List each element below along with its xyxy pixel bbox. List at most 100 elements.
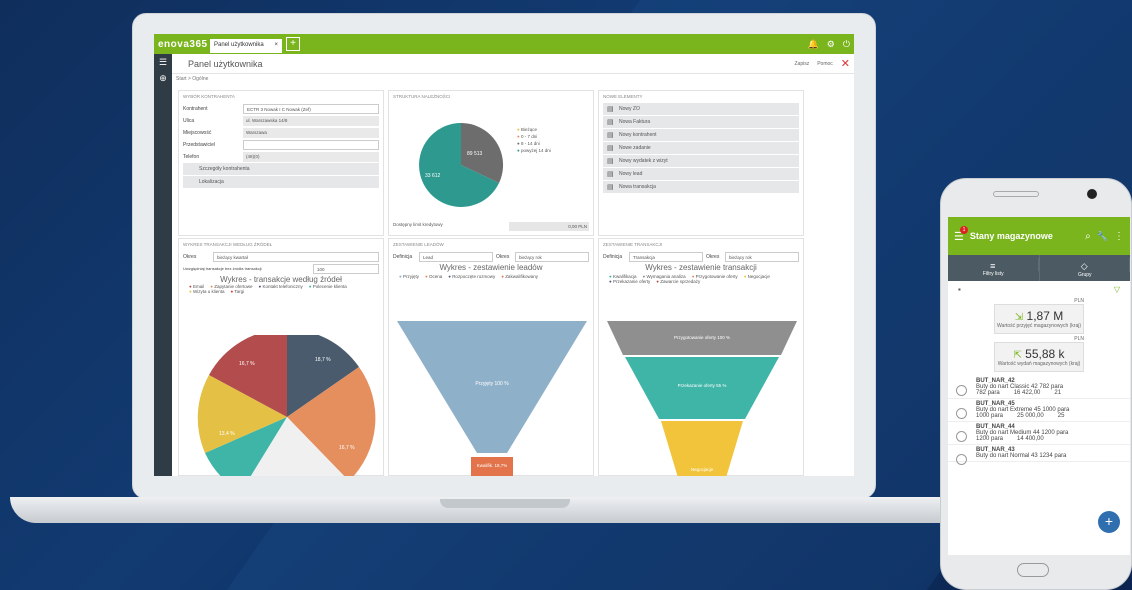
tab-panel[interactable]: Panel użytkownika × <box>210 38 282 53</box>
laptop-screen: enova365 Panel użytkownika × + 🔔 ⚙ ⏻ ☰ ⊕ … <box>154 34 854 476</box>
select-radio[interactable] <box>956 408 967 419</box>
filter-icon: ≡ <box>948 258 1039 271</box>
laptop-notch <box>440 499 570 508</box>
home-button[interactable] <box>1017 563 1049 577</box>
period-select[interactable]: bieżący rok <box>725 251 799 262</box>
select-radio[interactable] <box>956 385 967 396</box>
check-input[interactable]: 100 <box>313 263 379 274</box>
sources-pie-chart: 18,7 % 16,7 % 13,4 % 16,7 % <box>197 335 376 476</box>
funnel-segment <box>397 321 587 453</box>
phone-header: ☰ 1 Stany magazynowe ⌕ 🔧 ⋮ <box>948 217 1130 255</box>
new-element-button[interactable]: ▤ Nowa Faktura <box>603 116 799 128</box>
leads-panel: Zestawienie leadów Definicja Lead Okres bie… <box>388 238 594 476</box>
bell-icon[interactable]: 🔔 <box>808 39 819 50</box>
list-item[interactable]: BUT_NAR_44 Buty do nart Medium 44 1200 pa… <box>948 422 1130 445</box>
sidebar: ☰ ⊕ <box>154 54 172 476</box>
top-bar: enova365 Panel użytkownika × + 🔔 ⚙ ⏻ <box>154 34 854 54</box>
menu-icon[interactable]: ☰ <box>154 54 172 70</box>
new-elements-panel: Nowe elementy ▤ Nowy ZO ▤ Nowa Faktura ▤ Nowy… <box>598 90 804 236</box>
legend-item: ● Polecenie klienta <box>308 284 347 289</box>
chart-title: Wykres - transakcje według źródeł <box>220 275 342 284</box>
form-row: Ulica ul. Warszawska 14/8 <box>183 115 379 126</box>
field-value: ul. Warszawska 14/8 <box>243 115 379 126</box>
credit-limit-label: Dostępny limit kredytowy <box>393 222 443 227</box>
location-button[interactable]: Lokalizacja <box>183 176 379 188</box>
filter-funnel-icon[interactable]: ▽ <box>1114 285 1120 294</box>
credit-limit-value: 0,00 PLN <box>509 222 589 231</box>
svg-text:Kwalifik. 18,7%: Kwalifik. 18,7% <box>477 463 508 468</box>
contractor-details-button[interactable]: Szczegóły kontrahenta <box>183 163 379 175</box>
doc-icon: ▤ <box>607 119 614 126</box>
legend-item: ● Ocena <box>424 274 443 279</box>
gear-icon[interactable]: ⚙ <box>827 39 835 50</box>
legend-item: ● Rozpoczęte rozmowy <box>448 274 496 279</box>
select-radio[interactable] <box>956 454 967 465</box>
contractor-panel: Wybór kontrahenta Kontrahent ECTR 3 Nowak… <box>178 90 384 236</box>
globe-icon[interactable]: ⊕ <box>154 70 172 86</box>
breadcrumb: Start > Ogólne <box>176 76 209 82</box>
period-select[interactable]: bieżący kwartał <box>213 251 379 262</box>
help-button[interactable]: Pomoc <box>817 61 833 67</box>
list-item[interactable]: BUT_NAR_43 Buty do nart Normal 43 1234 pa… <box>948 445 1130 465</box>
doc-icon: ▤ <box>607 158 614 165</box>
legend-item: ● powyżej 14 dni <box>517 148 551 153</box>
wrench-icon[interactable]: 🔧 <box>1097 231 1108 242</box>
field-label: Przedstawiciel <box>183 141 215 148</box>
phone-screen: ☰ 1 Stany magazynowe ⌕ 🔧 ⋮ ≡ Filtry listy … <box>948 217 1130 555</box>
legend-item: ● Przyjęty <box>399 274 419 279</box>
phone-title: Stany magazynowe <box>969 231 1053 241</box>
doc-icon: ▤ <box>607 132 614 139</box>
new-element-button[interactable]: ▤ Nowe zadanie <box>603 142 799 154</box>
groups-button[interactable]: ◇ Grupy <box>1040 255 1130 281</box>
summary-card-out[interactable]: ⇱ 55,88 k Wartość wydań magazynowych (kra… <box>994 342 1084 372</box>
add-button[interactable]: + <box>1098 511 1120 533</box>
summary-card-in[interactable]: ⇲ 1,87 M Wartość przyjęć magazynowych (kr… <box>994 304 1084 334</box>
legend-item: ● Zawarcie sprzedaży <box>656 279 701 284</box>
menu-icon[interactable]: ☰ 1 <box>954 225 968 243</box>
search-icon[interactable]: ⌕ <box>1085 231 1091 242</box>
debt-panel: Struktura należności 89 513 33 612 ● Bie… <box>388 90 594 236</box>
close-icon[interactable]: ✕ <box>841 57 850 70</box>
power-icon[interactable]: ⏻ <box>843 39 850 50</box>
slice-label-b: 33 612 <box>425 173 441 179</box>
legend-item: ● Przekazanie oferty <box>609 279 651 284</box>
more-icon[interactable]: ⋮ <box>1114 231 1124 242</box>
chart-title: Wykres - zestawienie transakcji <box>645 263 757 272</box>
list-item[interactable]: BUT_NAR_42 Buty do nart Classic 42 782 pa… <box>948 376 1130 399</box>
field-value[interactable]: ECTR 3 Nowak I C Nowak (Zef) <box>243 103 379 114</box>
transactions-funnel-chart: Przygotowanie oferty 100 % Przekazanie o… <box>607 321 797 476</box>
field-value[interactable] <box>243 139 379 150</box>
select-radio[interactable] <box>956 431 967 442</box>
svg-text:13,4 %: 13,4 % <box>219 431 235 437</box>
list-icon[interactable]: ▪ <box>958 285 961 294</box>
field-label: Telefon <box>183 153 200 160</box>
warehouse-in-icon: ⇲ <box>1014 312 1024 323</box>
definition-select[interactable]: Transakcja <box>629 251 703 262</box>
panel-title: Nowe elementy <box>603 94 643 99</box>
new-element-button[interactable]: ▤ Nowy lead <box>603 168 799 180</box>
doc-icon: ▤ <box>607 171 614 178</box>
new-element-button[interactable]: ▤ Nowy wydatek z wizyt <box>603 155 799 167</box>
panel-title: Wykres transakcji według źródeł <box>183 242 273 247</box>
list-item[interactable]: BUT_NAR_45 Buty do nart Extreme 45 1000 p… <box>948 399 1130 422</box>
period-select[interactable]: bieżący rok <box>515 251 589 262</box>
new-element-button[interactable]: ▤ Nowa transakcja <box>603 181 799 193</box>
legend-item: ● Bieżące <box>517 127 537 132</box>
save-button[interactable]: Zapisz <box>794 61 809 67</box>
warehouse-out-icon: ⇱ <box>1013 350 1022 361</box>
close-icon[interactable]: × <box>274 42 278 50</box>
form-row: Przedstawiciel <box>183 139 379 150</box>
definition-select[interactable]: Lead <box>419 251 493 262</box>
legend-item: ● Negocjacje <box>743 274 770 279</box>
new-element-button[interactable]: ▤ Nowy kontrahent <box>603 129 799 141</box>
legend-item: ● Wizyta u klienta <box>189 289 225 294</box>
field-value: (48)(0) <box>243 151 379 162</box>
doc-icon: ▤ <box>607 184 614 191</box>
add-tab-button[interactable]: + <box>286 37 300 51</box>
doc-icon: ▤ <box>607 145 614 152</box>
new-element-button[interactable]: ▤ Nowy ZO <box>603 103 799 115</box>
panel-title: Zestawienie transakcji <box>603 242 663 247</box>
debt-pie-chart: 89 513 33 612 <box>419 122 504 207</box>
panel-title: Struktura należności <box>393 94 451 99</box>
filter-button[interactable]: ≡ Filtry listy <box>948 255 1040 281</box>
